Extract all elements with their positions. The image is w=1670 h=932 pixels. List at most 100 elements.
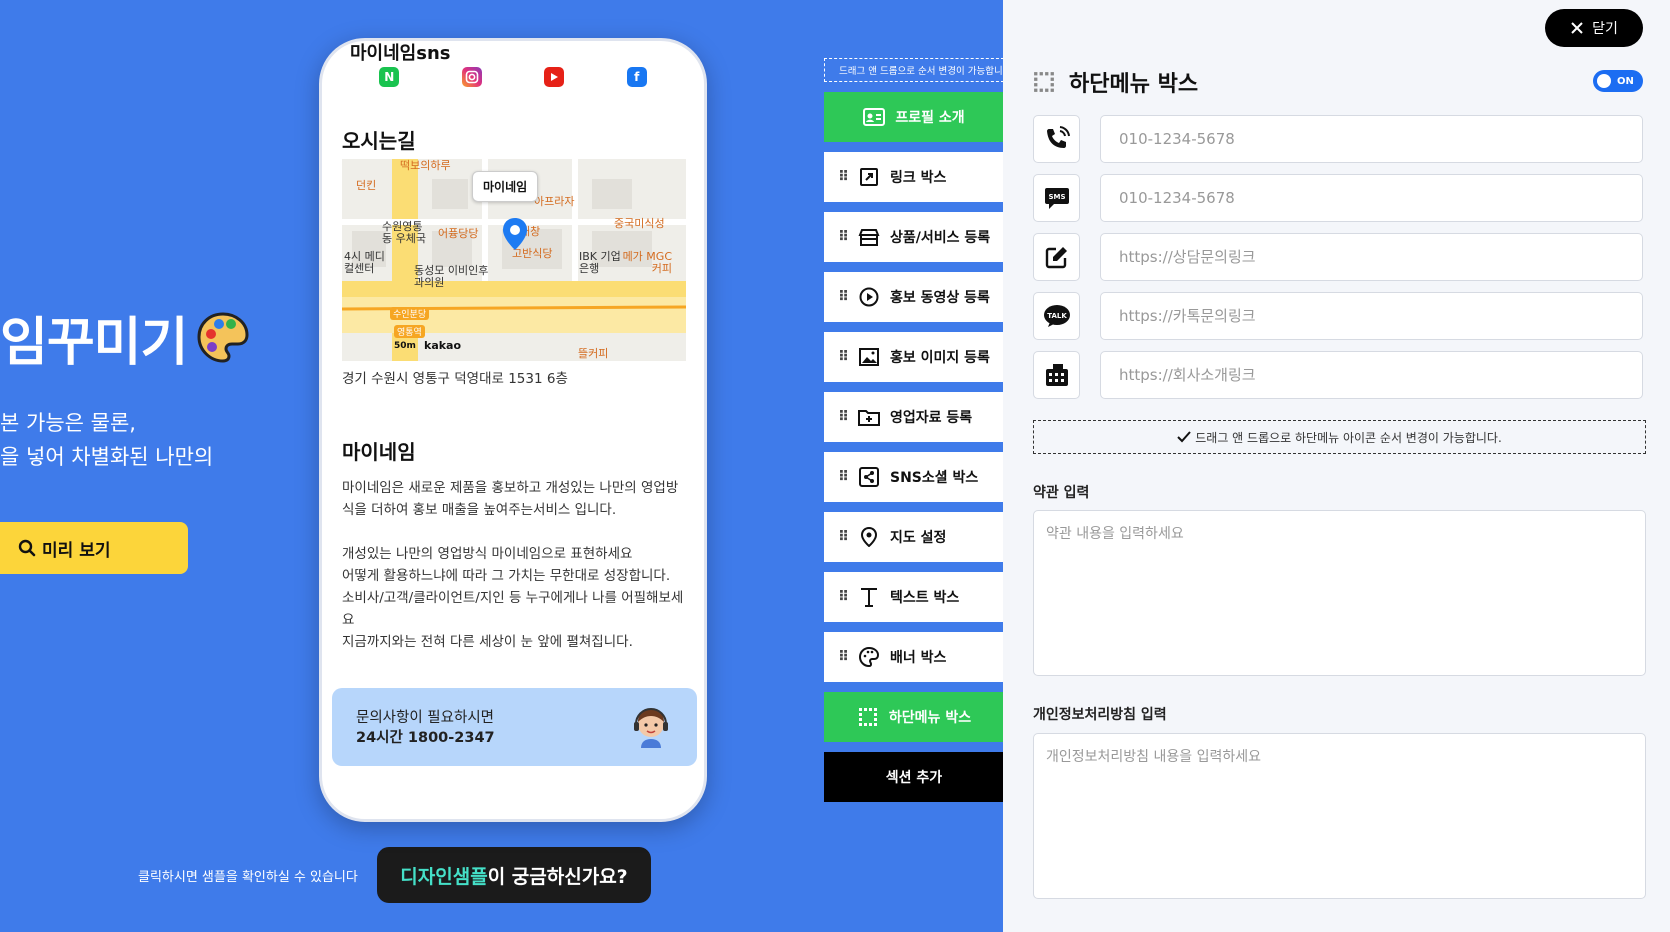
drag-handle-icon[interactable]: ⠿: [838, 349, 849, 365]
section-item-label: 지도 설정: [890, 530, 947, 546]
sample-hint: 클릭하시면 샘플을 확인하실 수 있습니다: [138, 870, 358, 885]
naver-icon[interactable]: N: [379, 67, 400, 87]
palette-icon: [858, 646, 880, 668]
section-item-label: 배너 박스: [890, 650, 947, 666]
company-link-input[interactable]: [1100, 351, 1643, 399]
section-item-label: 홍보 동영상 등록: [890, 290, 990, 306]
svg-text:TALK: TALK: [1047, 312, 1067, 320]
section-item-video[interactable]: ⠿ 홍보 동영상 등록: [824, 272, 1004, 322]
section-drag-note: 드래그 앤 드롭으로 순서 변경이 가능합니다: [824, 58, 1004, 82]
section-item-label: 홍보 이미지 등록: [890, 350, 990, 366]
map-pin-icon: [858, 526, 880, 548]
drag-handle-icon[interactable]: ⠿: [838, 229, 849, 245]
external-link-icon: [858, 166, 880, 188]
add-section-button[interactable]: 섹션 추가: [824, 752, 1004, 802]
image-icon: [858, 346, 880, 368]
contact-phone: 24시간 1800-2347: [356, 730, 495, 746]
add-section-label: 섹션 추가: [885, 770, 943, 786]
edit-icon[interactable]: [1033, 233, 1080, 281]
section-item-link-box[interactable]: ⠿ 링크 박스: [824, 152, 1004, 202]
section-item-map[interactable]: ⠿ 지도 설정: [824, 512, 1004, 562]
about-text: 마이네임은 새로운 제품을 홍보하고 개성있는 나만의 영업방식을 더하여 홍보…: [342, 477, 690, 653]
search-icon: [18, 539, 36, 557]
terms-textarea[interactable]: [1033, 510, 1646, 676]
instagram-icon[interactable]: [461, 67, 482, 87]
grid-icon: [857, 706, 879, 728]
facebook-icon[interactable]: f: [626, 67, 647, 87]
sms-input[interactable]: [1100, 174, 1643, 222]
map-scale: 50m: [394, 341, 416, 351]
kakaotalk-icon[interactable]: TALK: [1033, 292, 1080, 340]
contact-banner[interactable]: 문의사항이 필요하시면 24시간 1800-2347: [332, 688, 697, 766]
section-item-bottom-menu[interactable]: 하단메뉴 박스: [824, 692, 1004, 742]
hero-description: 본 가능은 물론, 을 넣어 차별화된 나만의: [0, 406, 213, 474]
drag-handle-icon[interactable]: ⠿: [838, 409, 849, 425]
support-agent-icon: [634, 708, 668, 748]
close-button[interactable]: 닫기: [1545, 9, 1643, 47]
map-poi: 4시 메디컬센터: [344, 250, 385, 275]
design-sample-button[interactable]: 디자인샘플 이 궁금하신가요?: [377, 847, 651, 903]
drag-handle-icon[interactable]: ⠿: [838, 649, 849, 665]
drag-handle-icon[interactable]: ⠿: [838, 469, 849, 485]
section-item-profile[interactable]: 프로필 소개: [824, 92, 1004, 142]
contact-text: 문의사항이 필요하시면: [356, 710, 495, 726]
play-circle-icon: [858, 286, 880, 308]
about-paragraph: 마이네임은 새로운 제품을 홍보하고 개성있는 나만의 영업방식을 더하여 홍보…: [342, 480, 679, 518]
map-view[interactable]: 떡보의하루 던킨 아프라자 수원영통동 우체국 어퓽당당 대창 중국미식성 고반…: [342, 159, 686, 361]
sns-icon-row: N f: [322, 67, 704, 87]
map-section-title: 오시는길: [342, 129, 416, 153]
about-title: 마이네임: [342, 440, 416, 464]
kakao-link-input[interactable]: [1100, 292, 1643, 340]
about-line: 개성있는 나만의 영업방식 마이네임으로 표현하세요: [342, 546, 633, 562]
consult-link-input[interactable]: [1100, 233, 1643, 281]
about-line: 어떻게 활용하느냐에 따라 그 가치는 무한대로 성장합니다.: [342, 568, 671, 584]
map-poi: 떡보의하루: [400, 159, 451, 172]
cta-text: 이 궁금하신가요?: [487, 865, 628, 888]
map-poi: 수인분당: [390, 307, 430, 320]
about-line: 소비사/고객/클라이언트/지인 등 누구에게나 나를 어필해보세요: [342, 590, 684, 628]
cta-highlight: 디자인샘플: [400, 865, 488, 888]
section-item-banner[interactable]: ⠿ 배너 박스: [824, 632, 1004, 682]
bottom-menu-field-consult: [1033, 233, 1643, 281]
sns-title: 마이네임sns: [350, 43, 451, 64]
map-poi: IBK 기업은행: [579, 250, 621, 275]
close-icon: [1571, 22, 1583, 34]
about-line: 지금까지와는 전혀 다른 세상이 눈 앞에 펼쳐집니다.: [342, 634, 633, 650]
panel-title: 하단메뉴 박스: [1033, 66, 1198, 98]
drag-handle-icon[interactable]: ⠿: [838, 289, 849, 305]
bottom-menu-panel: 닫기 하단메뉴 박스 ON SMS TALK 드래그 앤 드롭으로 하단메뉴 아…: [1003, 0, 1670, 932]
privacy-textarea[interactable]: [1033, 733, 1646, 899]
drag-handle-icon[interactable]: ⠿: [838, 169, 849, 185]
check-icon: [1177, 431, 1191, 443]
drag-handle-icon[interactable]: ⠿: [838, 529, 849, 545]
text-icon: [858, 586, 880, 608]
store-icon: [858, 226, 880, 248]
palette-icon: [197, 311, 249, 363]
phone-input[interactable]: [1100, 115, 1643, 163]
section-item-sns[interactable]: ⠿ SNS소셜 박스: [824, 452, 1004, 502]
map-poi: 수원영통동 우체국: [382, 220, 426, 245]
section-item-text[interactable]: ⠿ 텍스트 박스: [824, 572, 1004, 622]
youtube-icon[interactable]: [544, 67, 565, 87]
svg-text:SMS: SMS: [1048, 193, 1065, 201]
hero-desc-line: 본 가능은 물론,: [0, 411, 136, 435]
visibility-toggle[interactable]: ON: [1593, 70, 1643, 92]
building-icon[interactable]: [1033, 351, 1080, 399]
phone-icon[interactable]: [1033, 115, 1080, 163]
kakao-logo: kakao: [424, 339, 462, 352]
drag-handle-icon[interactable]: ⠿: [838, 589, 849, 605]
section-item-label: 텍스트 박스: [890, 590, 960, 606]
terms-label: 약관 입력: [1033, 485, 1090, 501]
section-item-products[interactable]: ⠿ 상품/서비스 등록: [824, 212, 1004, 262]
bottom-menu-field-phone: [1033, 115, 1643, 163]
section-item-label: 하단메뉴 박스: [888, 710, 972, 726]
map-pin-icon: [503, 218, 527, 250]
sms-icon[interactable]: SMS: [1033, 174, 1080, 222]
section-item-label: 링크 박스: [890, 170, 947, 186]
preview-button[interactable]: 미리 보기: [0, 522, 188, 574]
section-item-image[interactable]: ⠿ 홍보 이미지 등록: [824, 332, 1004, 382]
section-item-sales-docs[interactable]: ⠿ 영업자료 등록: [824, 392, 1004, 442]
section-item-label: 영업자료 등록: [890, 410, 973, 426]
bottom-menu-field-company: [1033, 351, 1643, 399]
map-poi: 동성모 이비인후과의원: [414, 264, 489, 289]
